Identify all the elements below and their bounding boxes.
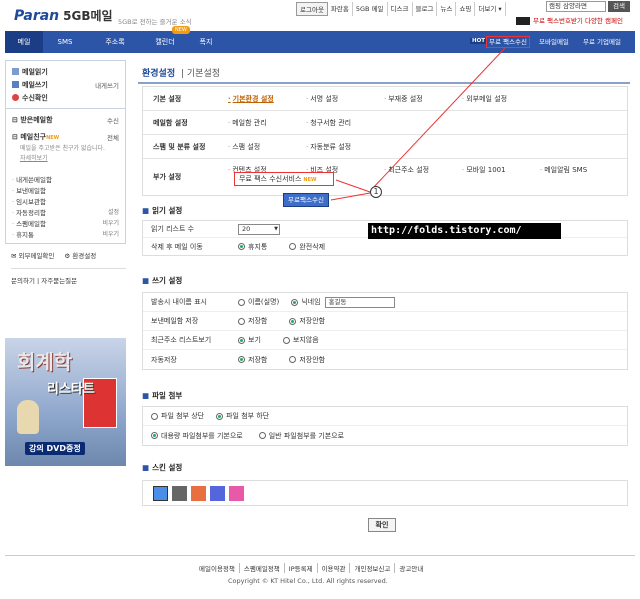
url-watermark: http://folds.tistory.com/: [368, 223, 561, 239]
footer-link[interactable]: 이용약관: [318, 563, 351, 573]
footer-divider: [5, 555, 635, 556]
copyright: Copyright © KT Hitel Co., Ltd. All right…: [228, 577, 388, 585]
footer-link[interactable]: IP등록제: [285, 563, 318, 573]
footer-link[interactable]: 광고안내: [395, 563, 427, 573]
footer-link[interactable]: 메일이용정책: [195, 563, 240, 573]
footer-link[interactable]: 개인정보신고: [350, 563, 396, 573]
annotation-lines: [330, 47, 506, 201]
footer-links: 메일이용정책 스팸메일정책 IP등록제 이용약관 개인정보신고 광고안내: [195, 563, 427, 573]
footer-link[interactable]: 스팸메일정책: [240, 563, 285, 573]
callout-number: 1: [370, 186, 382, 198]
